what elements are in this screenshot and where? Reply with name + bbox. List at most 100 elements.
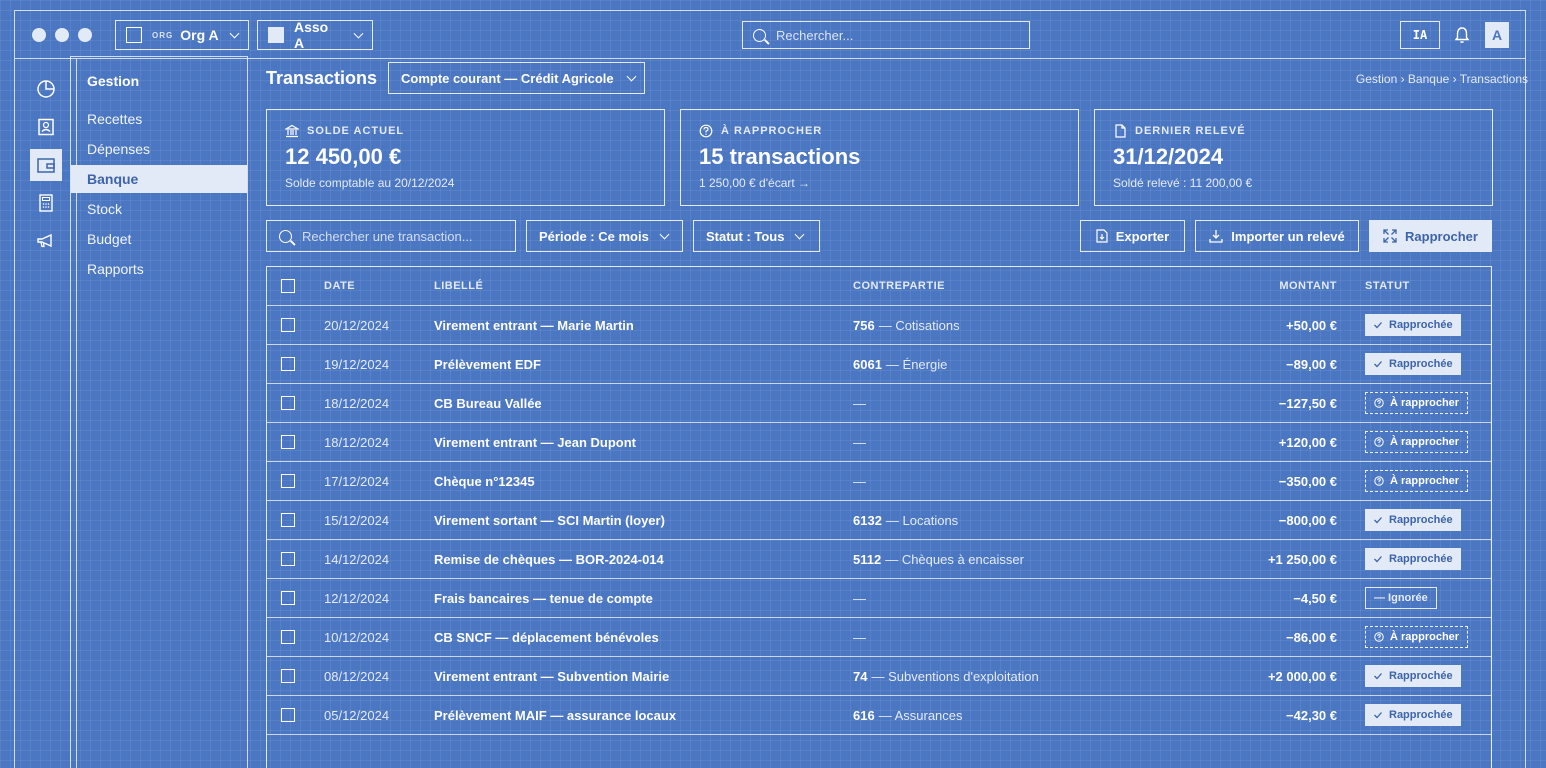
table-row[interactable]: 19/12/2024 Prélèvement EDF 6061— Énergie −8… [267, 345, 1491, 384]
header-libelle[interactable]: LIBELLÉ [434, 267, 483, 305]
table-row[interactable]: 15/12/2024 Virement sortant — SCI Martin … [267, 501, 1491, 540]
status-badge[interactable]: Rapprochée [1365, 548, 1461, 570]
row-select-cell [281, 657, 295, 695]
global-search-input[interactable]: Rechercher... [742, 21, 1030, 49]
question-circle-icon [1374, 476, 1384, 486]
status-badge[interactable]: À rapprocher [1365, 470, 1469, 492]
window-minimize-dot[interactable] [55, 28, 69, 42]
org-logo-icon [126, 27, 142, 43]
submenu-item-budget[interactable]: Budget [71, 225, 247, 253]
status-badge[interactable]: À rapprocher [1365, 626, 1469, 648]
submenu-item-stock[interactable]: Stock [71, 195, 247, 223]
row-contrepartie: 756— Cotisations [853, 306, 960, 344]
table-row[interactable]: 18/12/2024 Virement entrant — Jean Dupont… [267, 423, 1491, 462]
status-badge[interactable]: Rapprochée [1365, 314, 1461, 336]
submenu-title: Gestion [87, 73, 140, 89]
row-montant: +1 250,00 € [1267, 551, 1337, 567]
account-selector[interactable]: Compte courant — Crédit Agricole [388, 62, 645, 94]
table-row[interactable]: 20/12/2024 Virement entrant — Marie Marti… [267, 306, 1491, 345]
table-row[interactable]: 12/12/2024 Frais bancaires — tenue de com… [267, 579, 1491, 618]
chevron-down-icon [353, 28, 364, 38]
row-checkbox[interactable] [281, 552, 295, 566]
status-badge[interactable]: À rapprocher [1365, 392, 1469, 414]
window-close-dot[interactable] [32, 28, 46, 42]
to-reconcile-subtext[interactable]: 1 250,00 € d'écart → [699, 176, 1060, 190]
row-checkbox[interactable] [281, 318, 295, 332]
row-date: 18/12/2024 [324, 434, 390, 450]
status-badge[interactable]: Rapprochée [1365, 665, 1461, 687]
account-label: — Assurances [878, 707, 963, 723]
row-date: 17/12/2024 [324, 473, 390, 489]
check-icon [1374, 322, 1382, 329]
row-date: 14/12/2024 [324, 551, 390, 567]
import-statement-button[interactable]: Importer un relevé [1195, 220, 1359, 252]
row-select-cell [281, 696, 295, 734]
row-checkbox[interactable] [281, 513, 295, 527]
row-checkbox[interactable] [281, 435, 295, 449]
status-badge[interactable]: Rapprochée [1365, 509, 1461, 531]
window-zoom-dot[interactable] [78, 28, 92, 42]
download-icon [1209, 230, 1223, 243]
row-checkbox[interactable] [281, 630, 295, 644]
row-checkbox[interactable] [281, 591, 295, 605]
row-checkbox[interactable] [281, 474, 295, 488]
table-row[interactable]: 08/12/2024 Virement entrant — Subvention … [267, 657, 1491, 696]
table-row[interactable]: 18/12/2024 CB Bureau Vallée — −127,50 € À ra… [267, 384, 1491, 423]
table-header-row: DATE LIBELLÉ CONTREPARTIE MONTANT STATUT [267, 267, 1491, 306]
rail-communication-button[interactable] [30, 225, 62, 257]
rail-dashboard-button[interactable] [30, 73, 62, 105]
row-statut-cell: Rapprochée [1365, 540, 1461, 578]
header-date[interactable]: DATE [324, 267, 355, 305]
reconcile-button[interactable]: Rapprocher [1369, 220, 1492, 252]
row-contrepartie: — [853, 462, 866, 500]
status-badge[interactable]: Rapprochée [1365, 704, 1461, 726]
row-libelle: Prélèvement EDF [434, 356, 541, 372]
submenu-item-banque[interactable]: Banque [71, 165, 247, 193]
transaction-search-input[interactable]: Rechercher une transaction... [266, 220, 516, 252]
account-number: 5112 [853, 551, 882, 567]
account-label: — Chèques à encaisser [885, 551, 1024, 567]
asso-selector[interactable]: Asso A [257, 19, 373, 51]
org-selector[interactable]: ORG Org A [115, 20, 249, 50]
table-row[interactable]: 10/12/2024 CB SNCF — déplacement bénévole… [267, 618, 1491, 657]
status-filter[interactable]: Statut : Tous [693, 220, 820, 252]
rail-accounting-button[interactable] [30, 187, 62, 219]
status-badge[interactable]: — Ignorée [1365, 587, 1437, 609]
submenu-item-rapports[interactable]: Rapports [71, 255, 247, 283]
rail-contacts-button[interactable] [30, 111, 62, 143]
row-contrepartie: 6132— Locations [853, 501, 958, 539]
question-circle-icon [1374, 632, 1384, 642]
submenu-item-depenses[interactable]: Dépenses [71, 135, 247, 163]
rail-finance-button[interactable] [30, 149, 62, 181]
period-filter[interactable]: Période : Ce mois [526, 220, 683, 252]
select-all-checkbox[interactable] [281, 279, 295, 293]
row-libelle: Prélèvement MAIF — assurance locaux [434, 707, 677, 723]
header-contrepartie[interactable]: CONTREPARTIE [853, 267, 945, 305]
export-button[interactable]: Exporter [1080, 220, 1185, 252]
ai-assistant-button[interactable]: IA [1400, 21, 1440, 49]
to-reconcile-card[interactable]: À RAPPROCHER 15 transactions 1 250,00 € … [680, 109, 1079, 206]
account-number: 6061 [853, 356, 882, 372]
status-badge-label: À rapprocher [1390, 397, 1460, 409]
status-badge-label: Rapprochée [1389, 709, 1453, 721]
breadcrumb: Gestion › Banque › Transactions [1355, 72, 1528, 86]
row-checkbox[interactable] [281, 396, 295, 410]
row-checkbox[interactable] [281, 357, 295, 371]
status-badge[interactable]: Rapprochée [1365, 353, 1461, 375]
status-badge[interactable]: À rapprocher [1365, 431, 1469, 453]
row-statut-cell: À rapprocher [1365, 462, 1469, 500]
header-statut[interactable]: STATUT [1365, 267, 1410, 305]
header-montant[interactable]: MONTANT [1279, 267, 1337, 305]
table-row[interactable]: 14/12/2024 Remise de chèques — BOR-2024-0… [267, 540, 1491, 579]
account-label: — [853, 473, 866, 489]
wallet-icon [37, 158, 55, 173]
notification-bell-icon[interactable] [1455, 26, 1469, 44]
table-row[interactable]: 05/12/2024 Prélèvement MAIF — assurance l… [267, 696, 1491, 735]
transaction-search-placeholder: Rechercher une transaction... [302, 228, 473, 244]
row-checkbox[interactable] [281, 708, 295, 722]
submenu-item-recettes[interactable]: Recettes [71, 105, 247, 133]
user-avatar[interactable]: A [1485, 22, 1509, 48]
table-row[interactable]: 17/12/2024 Chèque n°12345 — −350,00 € À rapp… [267, 462, 1491, 501]
status-badge-label: Rapprochée [1389, 319, 1453, 331]
row-checkbox[interactable] [281, 669, 295, 683]
